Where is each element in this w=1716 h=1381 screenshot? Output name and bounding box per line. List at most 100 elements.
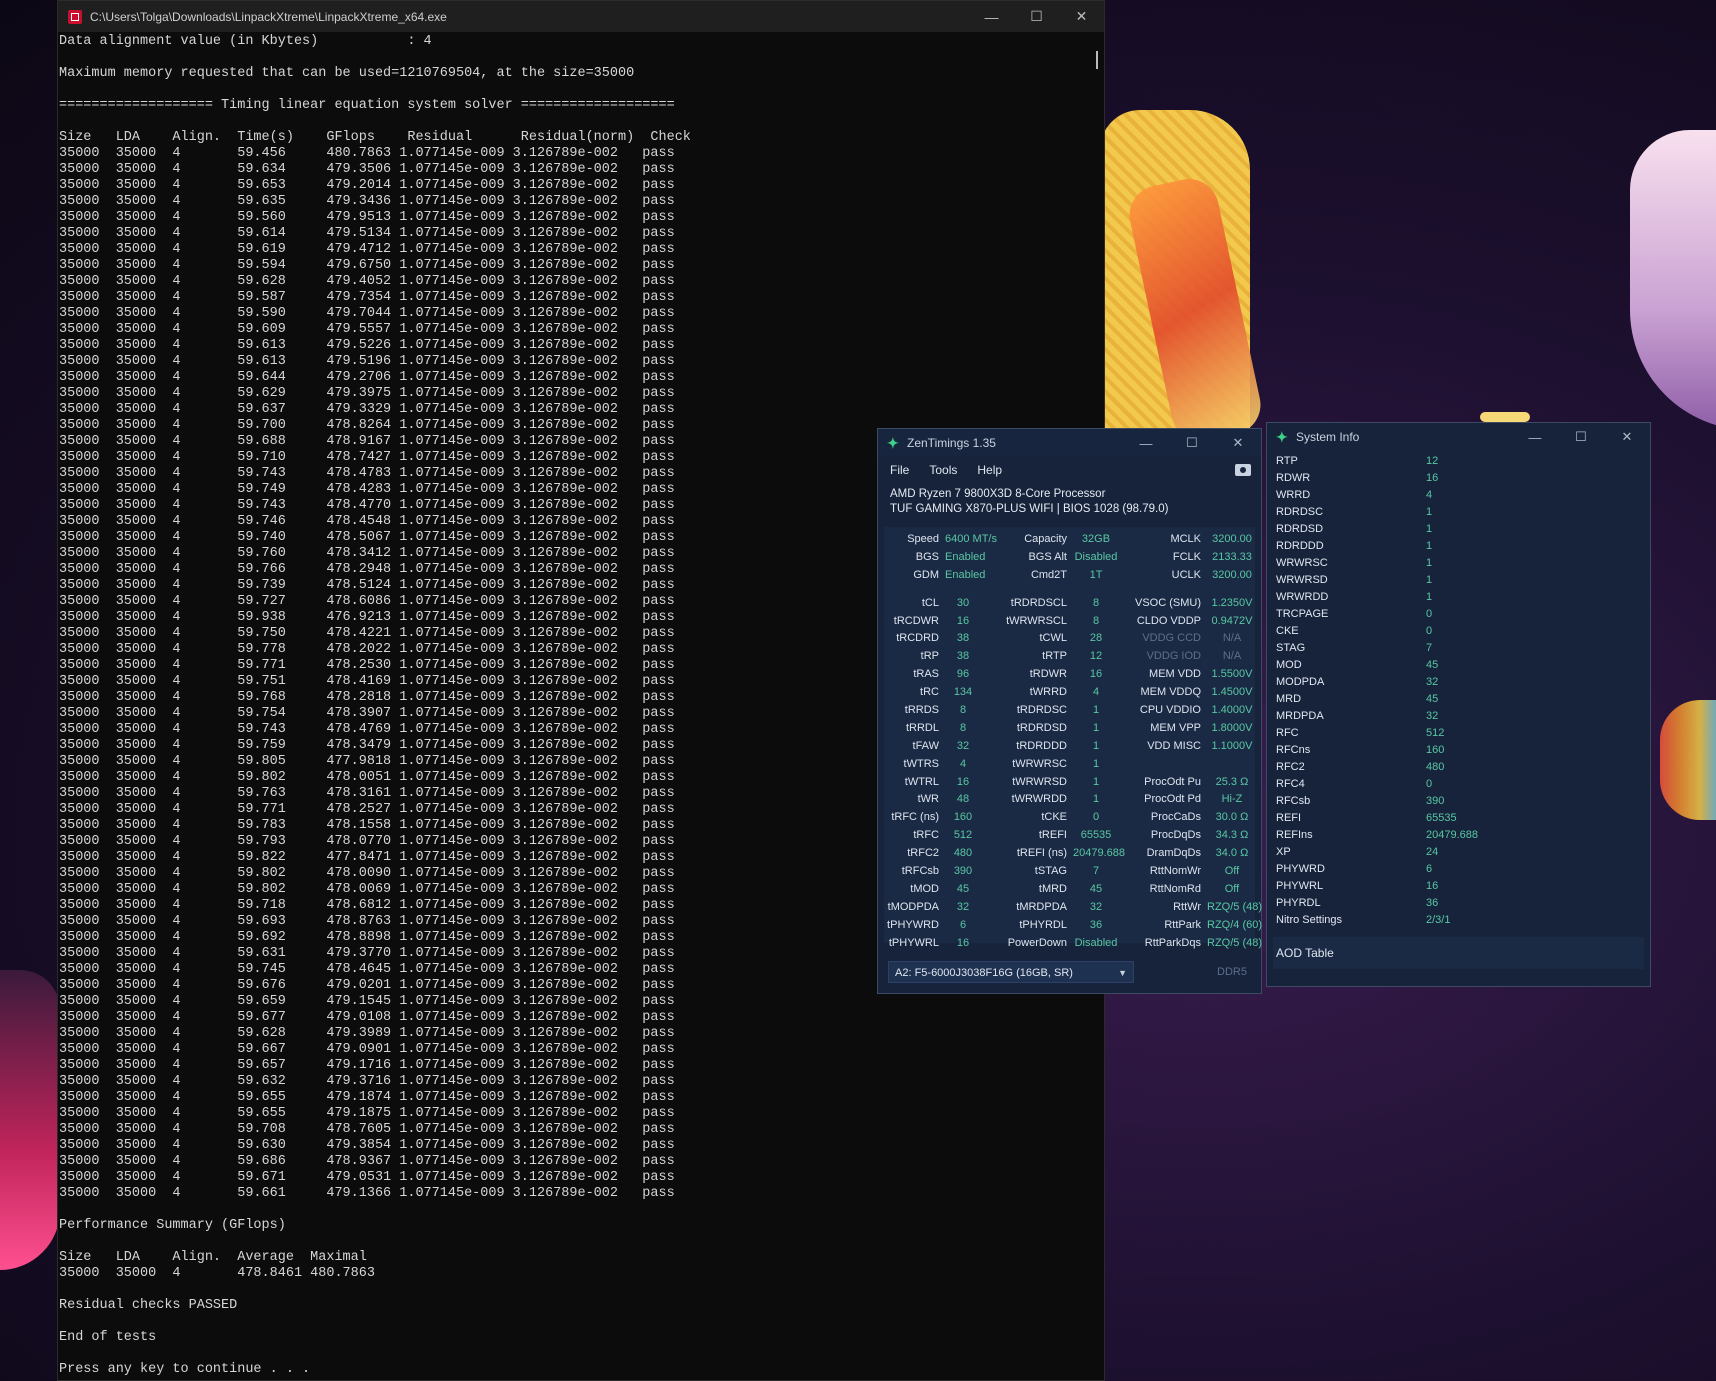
- system-info-value: 32: [1426, 676, 1439, 688]
- system-info-row: MODPDA 32: [1276, 674, 1650, 691]
- menu-file[interactable]: File: [890, 463, 909, 477]
- timing-value: 1.4000V: [1211, 704, 1253, 717]
- timing-value: 25.3 Ω: [1215, 775, 1249, 788]
- system-info-key: RDWR: [1276, 472, 1311, 484]
- timing-value: 30.0 Ω: [1215, 811, 1249, 824]
- timing-label: MEM VDD: [1149, 668, 1201, 681]
- system-info-key: WRWRSD: [1276, 574, 1328, 586]
- timing-label: RttWr: [1173, 900, 1201, 913]
- system-info-key: PHYWRD: [1276, 863, 1325, 875]
- system-info-row: RTP 12: [1276, 453, 1650, 470]
- system-info-row: PHYWRL 16: [1276, 878, 1650, 895]
- system-info-row: REFIns 20479.688: [1276, 827, 1650, 844]
- system-info-value: 16: [1426, 472, 1439, 484]
- system-info-row: RFCns 160: [1276, 742, 1650, 759]
- timing-label: tRDRDSCL: [1010, 596, 1067, 609]
- system-info-window[interactable]: ✦ System Info — ☐ ✕ RTP 12 RDWR 16 WRRD 4 RDRD…: [1266, 422, 1651, 987]
- timing-value: 16: [956, 775, 970, 788]
- timing-value: 390: [953, 865, 973, 878]
- zentimings-minimize-button[interactable]: —: [1123, 436, 1169, 451]
- system-info-titlebar[interactable]: ✦ System Info — ☐ ✕: [1267, 423, 1650, 451]
- timing-label: UCLK: [1171, 568, 1201, 581]
- system-info-maximize-button[interactable]: ☐: [1558, 429, 1604, 445]
- timing-label: [1125, 756, 1201, 774]
- timing-label: tRDWR: [1029, 668, 1067, 681]
- timing-value: 1.4500V: [1211, 686, 1253, 699]
- maximize-button[interactable]: ☐: [1014, 8, 1059, 25]
- timing-label: tWTRL: [904, 775, 939, 788]
- console-line: End of tests: [59, 1330, 157, 1345]
- zentimings-close-button[interactable]: ✕: [1215, 435, 1261, 451]
- timing-value: Off: [1224, 882, 1240, 895]
- timing-label: Speed: [907, 533, 939, 545]
- timing-label: ProcOdt Pu: [1144, 775, 1201, 788]
- result-row: 35000 35000 4 59.655 479.1874 1.077145e-…: [59, 1090, 675, 1105]
- timing-label: VDD MISC: [1147, 739, 1201, 752]
- menu-tools[interactable]: Tools: [929, 463, 957, 477]
- zentimings-titlebar[interactable]: ✦ ZenTimings 1.35 — ☐ ✕: [878, 429, 1261, 457]
- system-info-key: REFIns: [1276, 829, 1313, 841]
- system-info-row: RDWR 16: [1276, 470, 1650, 487]
- timing-value: 3200.00: [1212, 568, 1252, 581]
- dimm-select[interactable]: A2: F5-6000J3038F16G (16GB, SR) ▼: [888, 961, 1134, 983]
- timing-label: RttPark: [1164, 918, 1201, 931]
- system-info-list: RTP 12 RDWR 16 WRRD 4 RDRDSC 1 RDRDSD 1 RDRDDD 1 WRW…: [1267, 451, 1650, 929]
- timing-label: tWRWRSC: [1012, 757, 1067, 770]
- result-row: 35000 35000 4 59.628 479.3989 1.077145e-…: [59, 1026, 675, 1041]
- timing-label: RttNomRd: [1149, 882, 1201, 895]
- system-info-value: 12: [1426, 455, 1439, 467]
- timing-value: 1.8000V: [1211, 721, 1253, 734]
- timing-value: 7: [1092, 865, 1100, 878]
- console-line: 35000 35000 4 478.8461 480.7863: [59, 1266, 375, 1281]
- system-info-row: RDRDDD 1: [1276, 538, 1650, 555]
- result-row: 35000 35000 4 59.637 479.3329 1.077145e-…: [59, 402, 675, 417]
- aod-table-header[interactable]: AOD Table: [1273, 937, 1644, 969]
- zentimings-footer: A2: F5-6000J3038F16G (16GB, SR) ▼ DDR5: [884, 957, 1255, 987]
- system-info-key: MRDPDA: [1276, 710, 1324, 722]
- timing-value: 32GB: [1081, 533, 1111, 545]
- timing-value: 28: [1089, 632, 1103, 645]
- system-info-row: Nitro Settings 2/3/1: [1276, 912, 1650, 929]
- system-info-key: RFC: [1276, 727, 1299, 739]
- timing-label: MEM VDDQ: [1140, 686, 1202, 699]
- timing-label: VDDG CCD: [1142, 632, 1201, 645]
- system-info-row: MRD 45: [1276, 691, 1650, 708]
- system-info-value: 1: [1426, 574, 1433, 586]
- system-info-key: MODPDA: [1276, 676, 1325, 688]
- zentimings-maximize-button[interactable]: ☐: [1169, 435, 1215, 451]
- system-info-close-button[interactable]: ✕: [1604, 429, 1650, 445]
- timing-label: VSOC (SMU): [1135, 596, 1201, 609]
- timing-label: tWRWRDD: [1011, 793, 1067, 806]
- console-app-icon: [68, 9, 82, 24]
- console-scrollbar[interactable]: [1096, 51, 1098, 69]
- menu-help[interactable]: Help: [977, 463, 1002, 477]
- timing-value: 6: [959, 918, 967, 931]
- system-info-row: RDRDSD 1: [1276, 521, 1650, 538]
- timing-label: tRFC (ns): [891, 811, 939, 824]
- result-row: 35000 35000 4 59.659 479.1545 1.077145e-…: [59, 994, 675, 1009]
- timing-label: MCLK: [1170, 533, 1201, 545]
- system-info-key: RFCsb: [1276, 795, 1311, 807]
- timing-label: tRRDS: [904, 704, 939, 717]
- zentimings-window[interactable]: ✦ ZenTimings 1.35 — ☐ ✕ File Tools Help …: [877, 428, 1262, 994]
- timing-value: [1207, 756, 1257, 774]
- timing-label: GDM: [913, 568, 939, 581]
- camera-icon[interactable]: [1235, 464, 1251, 476]
- system-info-minimize-button[interactable]: —: [1512, 430, 1558, 445]
- system-info-value: 1: [1426, 557, 1433, 569]
- timing-value: 6400 MT/s: [945, 533, 997, 545]
- result-row: 35000 35000 4 59.634 479.3506 1.077145e-…: [59, 162, 675, 177]
- result-row: 35000 35000 4 59.590 479.7044 1.077145e-…: [59, 306, 675, 321]
- console-titlebar[interactable]: C:\Users\Tolga\Downloads\LinpackXtreme\L…: [58, 1, 1104, 32]
- timing-value: 96: [956, 668, 970, 681]
- system-info-value: 4: [1426, 489, 1433, 501]
- system-info-value: 0: [1426, 625, 1433, 637]
- wallpaper-rainbow: [1660, 700, 1716, 820]
- timing-label: Capacity: [1024, 533, 1067, 545]
- system-info-value: 390: [1426, 795, 1445, 807]
- close-button[interactable]: ✕: [1059, 8, 1104, 25]
- minimize-button[interactable]: —: [969, 9, 1014, 25]
